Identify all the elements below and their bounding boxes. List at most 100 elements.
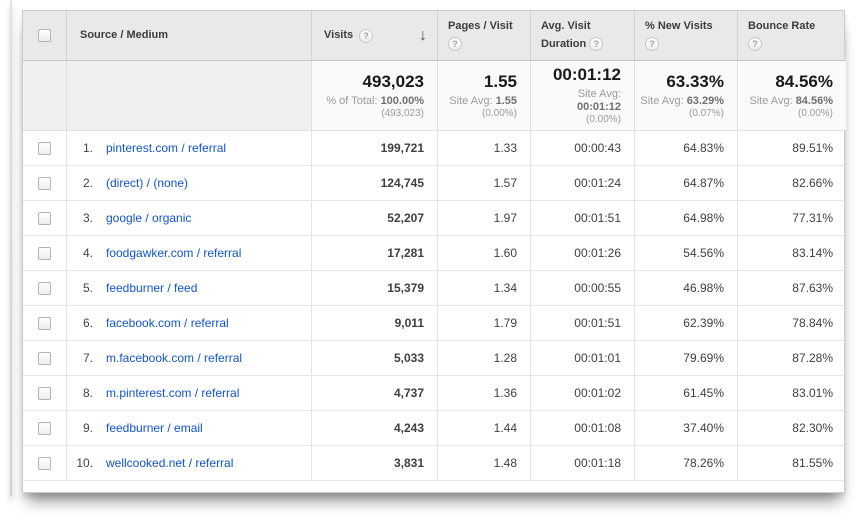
help-icon[interactable]: ? bbox=[645, 37, 659, 51]
bounce-rate-cell: 87.63% bbox=[737, 271, 846, 305]
summary-subtext: Site Avg: 63.29% bbox=[640, 95, 724, 108]
new-visits-cell: 64.87% bbox=[634, 166, 737, 200]
row-checkbox[interactable] bbox=[38, 177, 51, 190]
pages-visit-cell: 1.60 bbox=[437, 236, 530, 270]
visits-cell: 4,737 bbox=[311, 376, 437, 410]
summary-new-visits: 63.33% Site Avg: 63.29% (0.07%) bbox=[634, 61, 737, 130]
source-medium-link[interactable]: google / organic bbox=[106, 211, 191, 225]
row-checkbox[interactable] bbox=[38, 282, 51, 295]
column-header-label: Source / Medium bbox=[80, 28, 168, 43]
row-select-cell bbox=[23, 236, 66, 270]
new-visits-cell: 54.56% bbox=[634, 236, 737, 270]
table-row: 10. wellcooked.net / referral 3,831 1.48… bbox=[23, 446, 844, 481]
table-row: 2. (direct) / (none) 124,745 1.57 00:01:… bbox=[23, 166, 844, 201]
pages-visit-cell: 1.44 bbox=[437, 411, 530, 445]
avg-duration-cell: 00:01:01 bbox=[530, 341, 634, 375]
summary-bounce-rate: 84.56% Site Avg: 84.56% (0.00%) bbox=[737, 61, 846, 130]
help-icon[interactable]: ? bbox=[359, 29, 373, 43]
source-medium-cell: 2. (direct) / (none) bbox=[66, 166, 311, 200]
row-checkbox[interactable] bbox=[38, 212, 51, 225]
new-visits-cell: 79.69% bbox=[634, 341, 737, 375]
source-medium-link[interactable]: m.facebook.com / referral bbox=[106, 351, 242, 365]
row-select-cell bbox=[23, 271, 66, 305]
summary-paren: (493,023) bbox=[381, 108, 424, 120]
row-checkbox[interactable] bbox=[38, 352, 51, 365]
summary-subtext: Site Avg: 1.55 bbox=[449, 95, 517, 108]
source-medium-link[interactable]: m.pinterest.com / referral bbox=[106, 386, 239, 400]
row-rank: 2. bbox=[75, 176, 93, 190]
summary-paren: (0.00%) bbox=[798, 108, 833, 120]
help-icon[interactable]: ? bbox=[448, 37, 462, 51]
avg-duration-cell: 00:01:51 bbox=[530, 306, 634, 340]
row-checkbox[interactable] bbox=[38, 387, 51, 400]
column-header-label: Pages / Visit bbox=[448, 20, 513, 32]
pages-visit-cell: 1.34 bbox=[437, 271, 530, 305]
avg-duration-cell: 00:00:43 bbox=[530, 131, 634, 165]
source-medium-link[interactable]: feedburner / feed bbox=[106, 281, 197, 295]
bounce-rate-cell: 77.31% bbox=[737, 201, 846, 235]
row-rank: 4. bbox=[75, 246, 93, 260]
source-medium-cell: 10. wellcooked.net / referral bbox=[66, 446, 311, 480]
bounce-rate-cell: 83.14% bbox=[737, 236, 846, 270]
help-icon[interactable]: ? bbox=[748, 37, 762, 51]
summary-value: 493,023 bbox=[363, 72, 424, 92]
row-rank: 1. bbox=[75, 141, 93, 155]
column-header-bounce-rate[interactable]: Bounce Rate ? bbox=[737, 11, 846, 60]
select-all-cell bbox=[23, 11, 66, 60]
source-medium-link[interactable]: pinterest.com / referral bbox=[106, 141, 226, 155]
summary-subtext: Site Avg: 84.56% bbox=[749, 95, 833, 108]
source-medium-link[interactable]: wellcooked.net / referral bbox=[106, 456, 233, 470]
table-row: 6. facebook.com / referral 9,011 1.79 00… bbox=[23, 306, 844, 341]
row-checkbox[interactable] bbox=[38, 422, 51, 435]
sort-desc-icon[interactable]: ↓ bbox=[419, 28, 427, 44]
select-all-checkbox[interactable] bbox=[38, 29, 51, 42]
column-header-pages-visit[interactable]: Pages / Visit ? bbox=[437, 11, 530, 60]
row-rank: 3. bbox=[75, 211, 93, 225]
source-medium-cell: 3. google / organic bbox=[66, 201, 311, 235]
row-checkbox[interactable] bbox=[38, 317, 51, 330]
column-header-avg-visit-duration[interactable]: Avg. Visit Duration ? bbox=[530, 11, 634, 60]
source-medium-link[interactable]: foodgawker.com / referral bbox=[106, 246, 241, 260]
row-select-cell bbox=[23, 166, 66, 200]
row-rank: 5. bbox=[75, 281, 93, 295]
pages-visit-cell: 1.48 bbox=[437, 446, 530, 480]
table-row: 9. feedburner / email 4,243 1.44 00:01:0… bbox=[23, 411, 844, 446]
summary-paren: (0.00%) bbox=[586, 114, 621, 126]
row-checkbox[interactable] bbox=[38, 247, 51, 260]
source-medium-cell: 5. feedburner / feed bbox=[66, 271, 311, 305]
column-header-source-medium[interactable]: Source / Medium bbox=[66, 11, 311, 60]
table-header-row: Source / Medium Visits ? ↓ Pages / Visit… bbox=[23, 11, 844, 61]
visits-cell: 3,831 bbox=[311, 446, 437, 480]
summary-visits: 493,023 % of Total: 100.00% (493,023) bbox=[311, 61, 437, 130]
column-header-visits[interactable]: Visits ? ↓ bbox=[311, 11, 437, 60]
source-medium-cell: 8. m.pinterest.com / referral bbox=[66, 376, 311, 410]
analytics-source-medium-table: Source / Medium Visits ? ↓ Pages / Visit… bbox=[22, 10, 845, 493]
pages-visit-cell: 1.36 bbox=[437, 376, 530, 410]
row-select-cell bbox=[23, 201, 66, 235]
row-checkbox[interactable] bbox=[38, 457, 51, 470]
visits-cell: 4,243 bbox=[311, 411, 437, 445]
column-header-label: Visits bbox=[324, 28, 353, 43]
new-visits-cell: 37.40% bbox=[634, 411, 737, 445]
visits-cell: 124,745 bbox=[311, 166, 437, 200]
source-medium-link[interactable]: feedburner / email bbox=[106, 421, 203, 435]
source-medium-link[interactable]: (direct) / (none) bbox=[106, 176, 188, 190]
visits-cell: 9,011 bbox=[311, 306, 437, 340]
bounce-rate-cell: 87.28% bbox=[737, 341, 846, 375]
column-header-label: % New Visits bbox=[645, 20, 713, 32]
visits-cell: 199,721 bbox=[311, 131, 437, 165]
avg-duration-cell: 00:00:55 bbox=[530, 271, 634, 305]
row-checkbox[interactable] bbox=[38, 142, 51, 155]
new-visits-cell: 64.98% bbox=[634, 201, 737, 235]
pages-visit-cell: 1.33 bbox=[437, 131, 530, 165]
summary-value: 63.33% bbox=[666, 72, 724, 92]
row-select-cell bbox=[23, 411, 66, 445]
source-medium-link[interactable]: facebook.com / referral bbox=[106, 316, 229, 330]
table-row: 8. m.pinterest.com / referral 4,737 1.36… bbox=[23, 376, 844, 411]
table-row: 5. feedburner / feed 15,379 1.34 00:00:5… bbox=[23, 271, 844, 306]
column-header-new-visits[interactable]: % New Visits ? bbox=[634, 11, 737, 60]
bounce-rate-cell: 81.55% bbox=[737, 446, 846, 480]
help-icon[interactable]: ? bbox=[589, 37, 603, 51]
row-rank: 10. bbox=[75, 456, 93, 470]
new-visits-cell: 78.26% bbox=[634, 446, 737, 480]
